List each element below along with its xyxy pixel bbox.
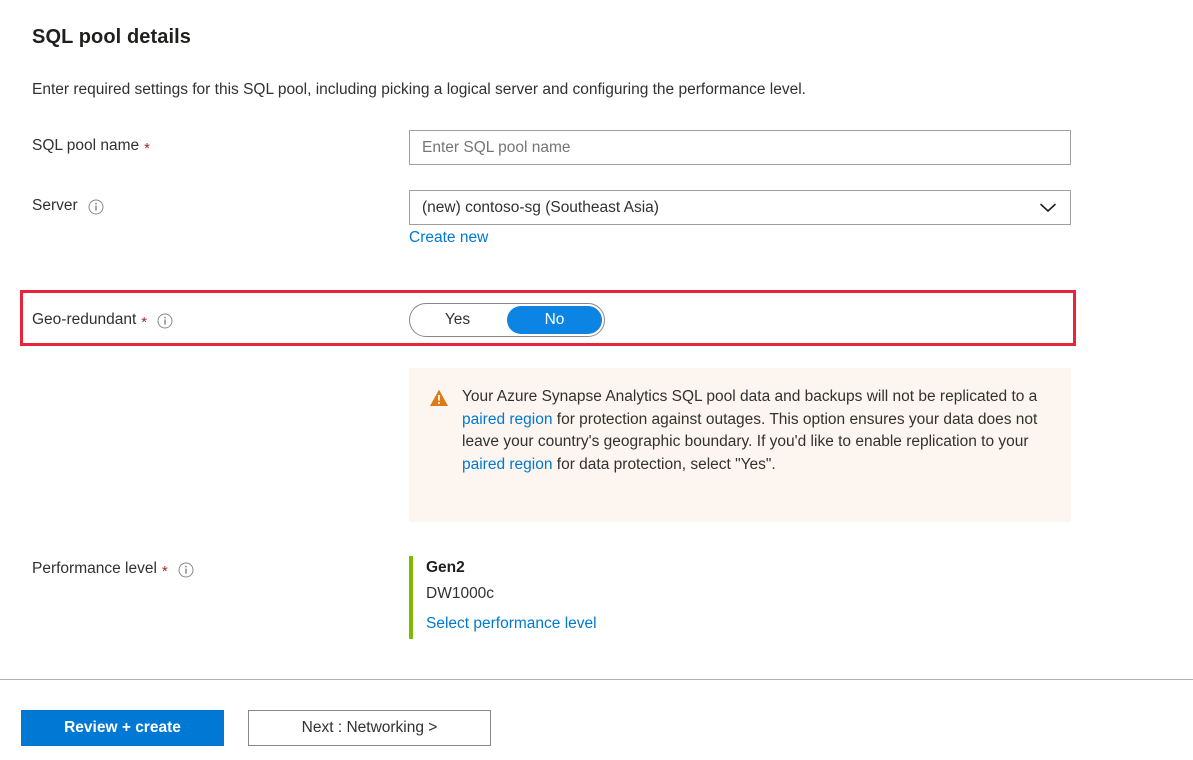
page-description: Enter required settings for this SQL poo…	[32, 81, 806, 99]
paired-region-link-1[interactable]: paired region	[462, 411, 552, 428]
server-dropdown[interactable]: (new) contoso-sg (Southeast Asia)	[409, 190, 1071, 225]
paired-region-link-2[interactable]: paired region	[462, 456, 552, 473]
server-selected-value: (new) contoso-sg (Southeast Asia)	[422, 199, 659, 217]
sql-pool-name-input[interactable]: Enter SQL pool name	[409, 130, 1071, 165]
select-performance-level-link[interactable]: Select performance level	[426, 609, 709, 639]
geo-redundant-warning: Your Azure Synapse Analytics SQL pool da…	[409, 368, 1071, 522]
info-icon[interactable]	[157, 313, 173, 329]
geo-redundant-toggle[interactable]: Yes No	[409, 303, 605, 337]
info-icon[interactable]	[178, 562, 194, 578]
warning-triangle-icon	[429, 388, 449, 408]
warning-text-part-3: for data protection, select "Yes".	[552, 456, 775, 473]
warning-text-part-1: Your Azure Synapse Analytics SQL pool da…	[462, 388, 1037, 405]
footer-divider	[0, 679, 1193, 680]
review-create-button[interactable]: Review + create	[21, 710, 224, 746]
next-networking-button[interactable]: Next : Networking >	[248, 710, 491, 746]
geo-redundant-label: Geo-redundant *	[32, 311, 173, 329]
sql-pool-name-placeholder: Enter SQL pool name	[422, 139, 570, 157]
performance-level-label: Performance level *	[32, 560, 194, 578]
performance-tier: Gen2	[426, 556, 709, 579]
page-title: SQL pool details	[32, 26, 191, 49]
create-new-server-link[interactable]: Create new	[409, 229, 488, 247]
warning-text: Your Azure Synapse Analytics SQL pool da…	[462, 386, 1042, 476]
geo-redundant-option-no[interactable]: No	[507, 306, 602, 334]
chevron-down-icon	[1038, 198, 1058, 218]
server-label: Server	[32, 197, 104, 215]
sql-pool-name-label-text: SQL pool name	[32, 137, 139, 155]
required-asterisk: *	[141, 315, 147, 330]
server-label-text: Server	[32, 197, 78, 215]
required-asterisk: *	[162, 564, 168, 579]
required-asterisk: *	[144, 141, 150, 156]
geo-redundant-label-text: Geo-redundant	[32, 311, 136, 329]
performance-sku: DW1000c	[426, 579, 709, 609]
sql-pool-details-page: SQL pool details Enter required settings…	[0, 0, 1193, 760]
performance-level-card: Gen2 DW1000c Select performance level	[409, 556, 709, 639]
sql-pool-name-label: SQL pool name *	[32, 137, 150, 155]
performance-level-label-text: Performance level	[32, 560, 157, 578]
geo-redundant-option-yes[interactable]: Yes	[410, 304, 505, 336]
info-icon[interactable]	[88, 199, 104, 215]
